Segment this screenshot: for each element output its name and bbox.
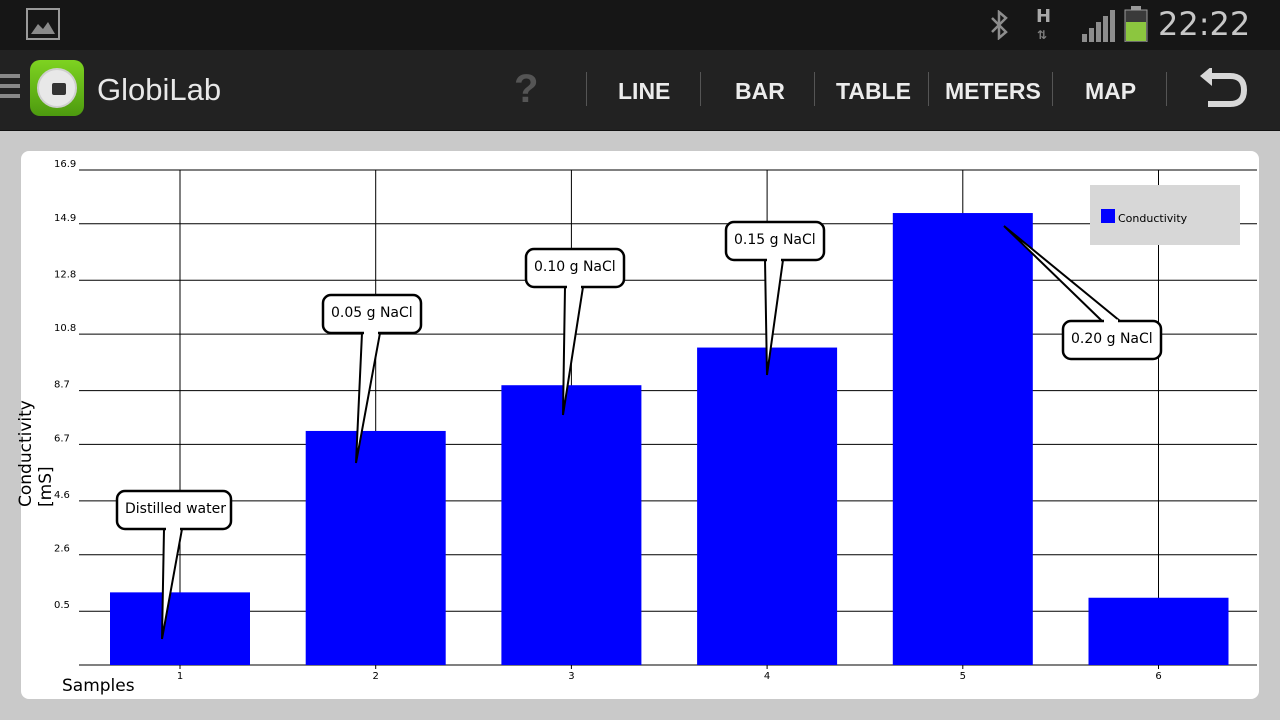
tab-separator bbox=[814, 72, 815, 106]
tab-separator bbox=[700, 72, 701, 106]
x-tick-label: 3 bbox=[568, 671, 574, 682]
x-tick-label: 5 bbox=[960, 671, 966, 682]
callout-label: Distilled water bbox=[125, 501, 226, 517]
tab-separator bbox=[928, 72, 929, 106]
action-bar: GlobiLab ? LINE BAR TABLE METERS MAP bbox=[0, 50, 1280, 131]
y-tick-label: 10.8 bbox=[54, 323, 76, 334]
tab-map[interactable]: MAP bbox=[1085, 76, 1136, 106]
app-logo[interactable] bbox=[30, 60, 84, 116]
y-axis-title: Conductivity [mS] bbox=[16, 400, 56, 507]
status-bar: H ⇅ 22:22 bbox=[0, 0, 1280, 50]
bar-chart: 0.5 2.6 4.6 6.7 8.7 10.8 12.8 14.9 16.9 1 2 3 4 5 6 Di… bbox=[54, 159, 1257, 682]
legend-swatch bbox=[1101, 209, 1115, 223]
bluetooth-icon bbox=[991, 10, 1008, 40]
gallery-icon bbox=[26, 8, 60, 40]
logo-dial bbox=[37, 68, 77, 108]
tab-bar[interactable]: BAR bbox=[735, 76, 785, 106]
y-tick-label: 12.8 bbox=[54, 269, 76, 280]
bar bbox=[110, 592, 250, 665]
tab-meters[interactable]: METERS bbox=[945, 76, 1041, 106]
y-tick-label: 14.9 bbox=[54, 213, 76, 224]
app-title: GlobiLab bbox=[97, 72, 222, 107]
x-tick-label: 2 bbox=[373, 671, 379, 682]
tab-line[interactable]: LINE bbox=[618, 76, 670, 106]
menu-icon[interactable] bbox=[0, 74, 20, 104]
tab-separator bbox=[1052, 72, 1053, 106]
callout-label: 0.15 g NaCl bbox=[734, 232, 816, 248]
legend-label: Conductivity bbox=[1118, 212, 1188, 225]
y-tick-label: 2.6 bbox=[54, 544, 70, 555]
clock-time: 22:22 bbox=[1158, 5, 1251, 43]
bar bbox=[305, 430, 446, 665]
back-icon[interactable] bbox=[1198, 68, 1250, 112]
callout-label: 0.20 g NaCl bbox=[1071, 331, 1153, 347]
help-button[interactable]: ? bbox=[514, 64, 538, 114]
y-tick-label: 6.7 bbox=[54, 433, 70, 444]
y-tick-label: 8.7 bbox=[54, 380, 70, 391]
callout-label: 0.10 g NaCl bbox=[534, 259, 616, 275]
network-label: H bbox=[1036, 6, 1052, 27]
bar bbox=[501, 385, 642, 665]
x-axis-title: Samples bbox=[62, 676, 135, 696]
h-network-icon: H ⇅ bbox=[1036, 6, 1052, 43]
x-tick-label: 4 bbox=[764, 671, 770, 682]
logo-screen bbox=[52, 83, 66, 95]
y-tick-label: 4.6 bbox=[54, 490, 70, 501]
tab-separator bbox=[1166, 72, 1167, 106]
signal-icon bbox=[1082, 10, 1115, 42]
callout-label: 0.05 g NaCl bbox=[331, 305, 413, 321]
bar bbox=[697, 347, 838, 665]
x-tick-label: 6 bbox=[1155, 671, 1161, 682]
battery-icon bbox=[1124, 6, 1148, 42]
x-tick-label: 1 bbox=[177, 671, 183, 682]
bar bbox=[1088, 597, 1229, 665]
bar bbox=[892, 213, 1033, 665]
tab-table[interactable]: TABLE bbox=[836, 76, 911, 106]
tab-separator bbox=[586, 72, 587, 106]
data-arrows-icon: ⇅ bbox=[1037, 28, 1048, 42]
y-tick-label: 0.5 bbox=[54, 600, 70, 611]
y-tick-label: 16.9 bbox=[54, 159, 76, 170]
